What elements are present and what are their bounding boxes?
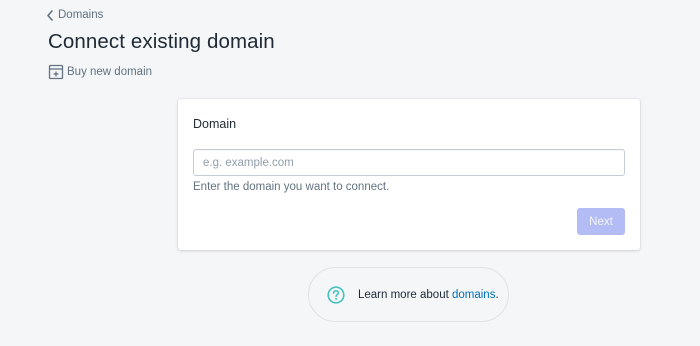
page: Domains Connect existing domain Buy new … (0, 0, 700, 346)
next-button[interactable]: Next (577, 208, 625, 235)
buy-domain-icon (48, 64, 64, 80)
question-circle-icon (327, 285, 345, 304)
footer-help: Learn more about domains. (308, 267, 509, 322)
breadcrumb-domains[interactable]: Domains (46, 8, 103, 22)
buy-new-domain-label: Buy new domain (67, 66, 153, 78)
domain-card: Domain Enter the domain you want to conn… (178, 99, 640, 250)
domain-help-text: Enter the domain you want to connect. (193, 181, 390, 193)
footer-help-text: Learn more about domains. (358, 289, 499, 301)
domains-link[interactable]: domains (452, 289, 495, 301)
card-title: Domain (193, 117, 237, 131)
page-title: Connect existing domain (48, 30, 275, 53)
chevron-left-icon (47, 9, 53, 21)
domain-input[interactable] (193, 149, 625, 176)
footer-help-prefix: Learn more about (358, 288, 452, 301)
breadcrumb-label: Domains (58, 9, 104, 21)
footer-help-suffix: . (495, 288, 499, 301)
buy-new-domain-button[interactable]: Buy new domain (48, 64, 152, 80)
